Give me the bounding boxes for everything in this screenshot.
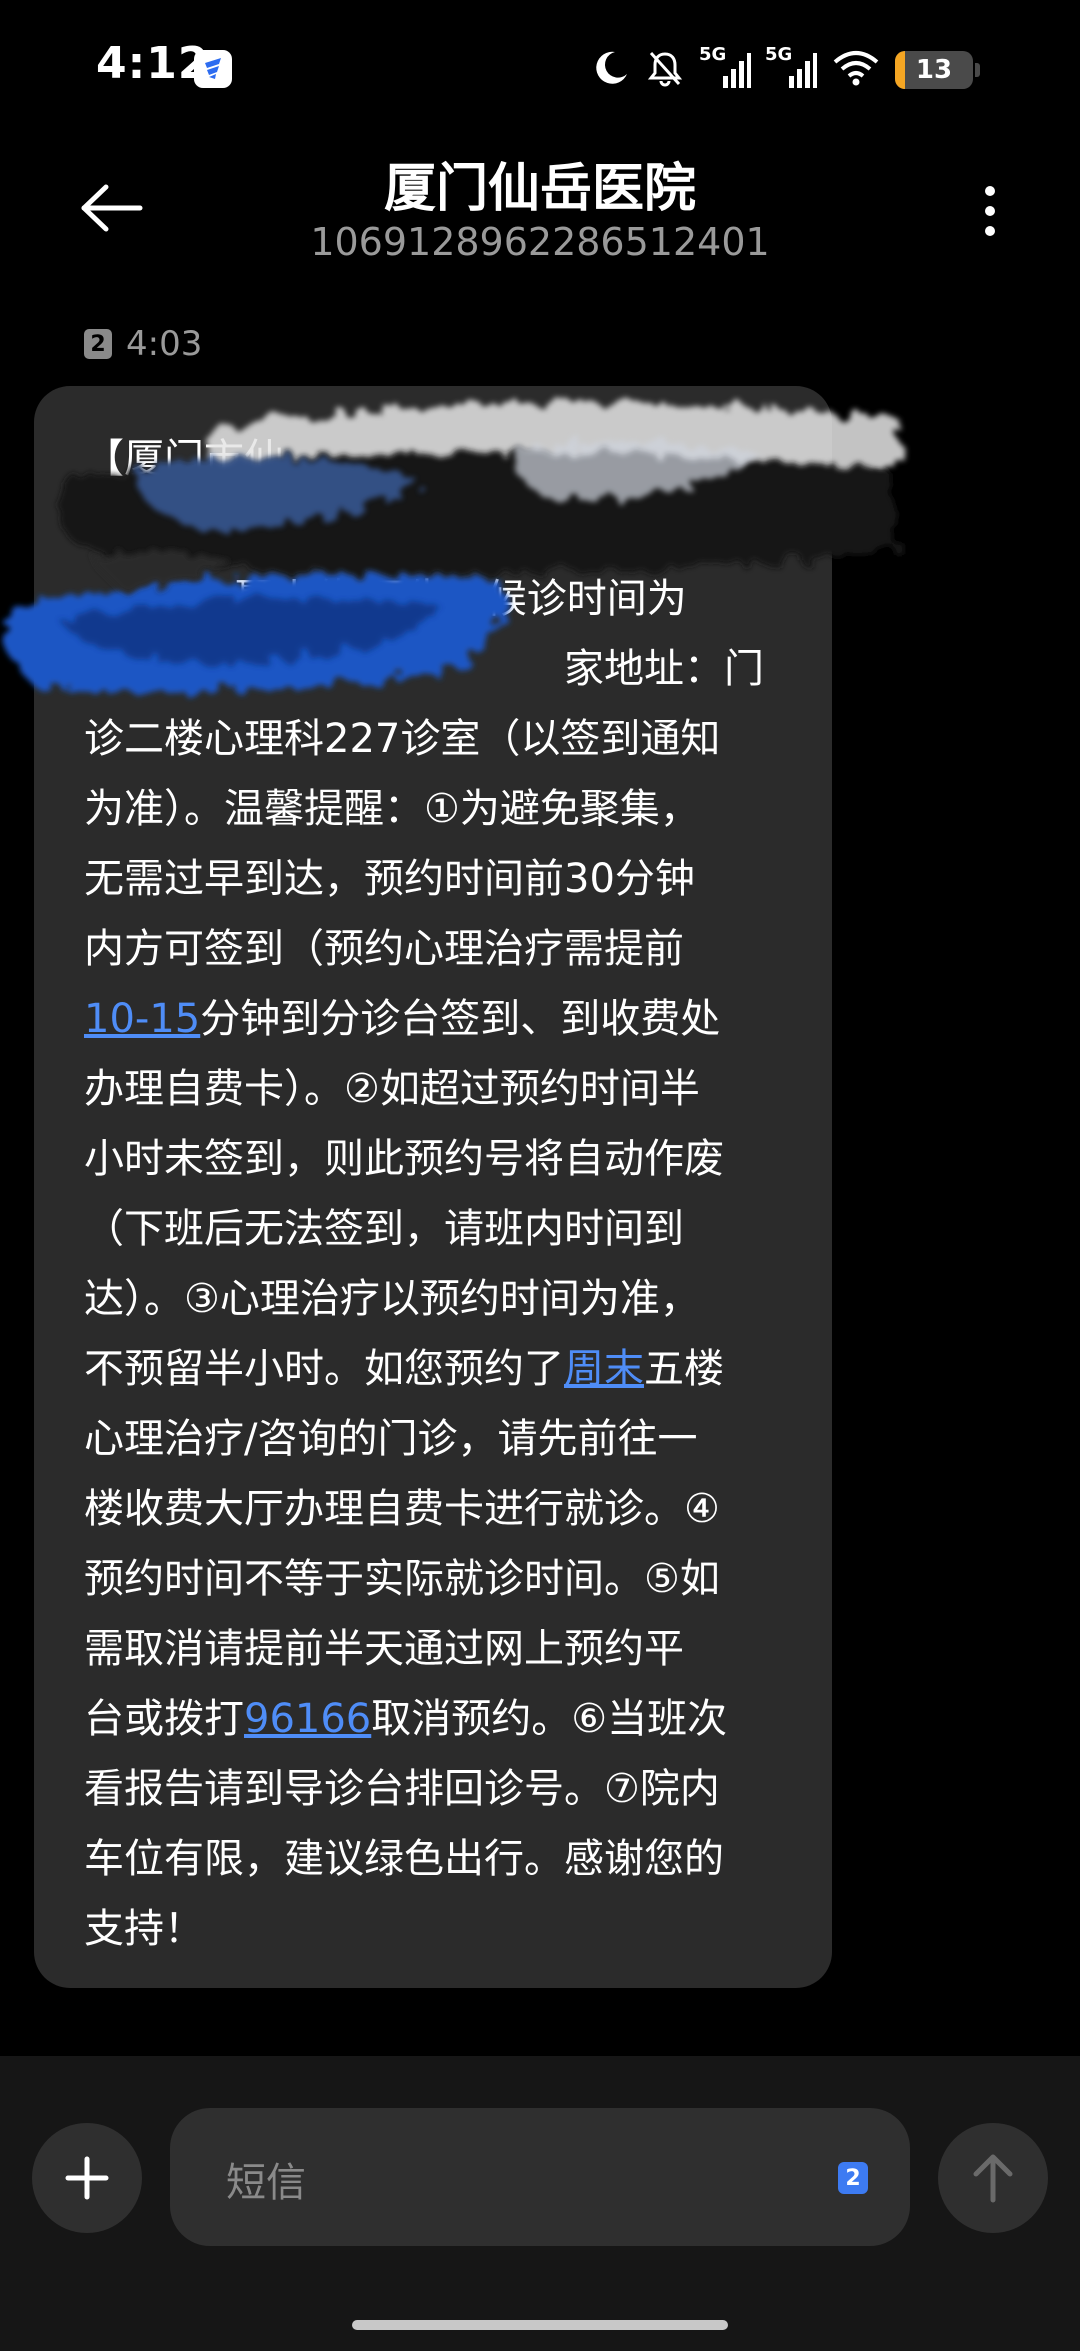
weekend-link[interactable]: 周末 [564, 1346, 644, 1392]
attach-button[interactable] [32, 2123, 142, 2233]
message-line: 看报告请到导诊台排回诊号。⑦院内 [84, 1766, 720, 1812]
app-notification-icon [194, 50, 232, 88]
battery-fill [895, 51, 906, 89]
conversation-title: 厦门仙岳医院 [383, 159, 696, 219]
battery-indicator: 13 [895, 51, 973, 89]
sim-select-badge[interactable]: 2 [838, 2162, 868, 2194]
more-vertical-icon [985, 186, 995, 236]
message-line: 内方可签到（预约心理治疗需提前 [84, 926, 684, 972]
message-line: 诊二楼心理科227诊室（以签到通知 [84, 716, 721, 762]
message-input[interactable]: 短信 2 [170, 2108, 910, 2246]
time-range-link[interactable]: 10-15 [84, 996, 200, 1042]
message-line: 【厦门市仙 [84, 436, 284, 482]
message-line: 预约时间不等于实际就诊时间。⑤如 [84, 1556, 720, 1602]
signal-sim1-icon: 5G [699, 44, 751, 92]
message-meta: 2 4:03 [84, 324, 202, 364]
message-line: 需取消请提前半天通过网上预约平 [84, 1626, 684, 1672]
status-time: 4:12 [96, 38, 210, 89]
message-line [84, 494, 782, 564]
sender-number: 106912896228651240​1 [310, 220, 770, 264]
message-line: 家地址：门 [564, 646, 764, 692]
battery-level-text: 13 [915, 55, 953, 85]
sim-slot-badge: 2 [84, 329, 112, 359]
message-line: 车位有限，建议绿色出行。感谢您的 [84, 1836, 724, 1882]
message-line: 办理自费卡）。②如超过预约时间半 [84, 1066, 700, 1112]
more-options-button[interactable] [960, 176, 1020, 246]
message-line: 楼收费大厅办理自费卡进行就诊。④ [84, 1486, 720, 1532]
message-line: 10-15分钟到分诊台签到、到收费处 [84, 996, 721, 1042]
do-not-disturb-icon [591, 48, 631, 92]
send-button[interactable] [938, 2123, 1048, 2233]
message-line: 聂小伟 医生，候诊时间为 [234, 576, 687, 622]
battery-tip [975, 63, 980, 77]
wifi-icon [831, 48, 881, 92]
plus-icon [65, 2156, 109, 2200]
message-time: 4:03 [126, 324, 203, 364]
arrow-up-icon [973, 2154, 1013, 2203]
message-line: 为准）。温馨提醒：①为避免聚集， [84, 786, 700, 832]
signal-sim2-icon: 5G [765, 44, 817, 92]
status-bar: 4:12 5G 5G 13 [0, 0, 1080, 140]
message-line: 小时未签到，则此预约号将自动作废 [84, 1136, 724, 1182]
muted-bell-icon [645, 48, 685, 92]
message-bubble[interactable]: 【厦门市仙 聂小伟 医生，候诊时间为 家地址：门 诊二楼心理科227诊室（以签到… [34, 386, 832, 1988]
hotline-link[interactable]: 96166 [244, 1696, 371, 1742]
message-line: 无需过早到达，预约时间前30分钟 [84, 856, 695, 902]
message-input-placeholder: 短信 [226, 2160, 306, 2206]
message-line: （下班后无法签到，请班内时间到 [84, 1206, 684, 1252]
message-line: 达）。③心理治疗以预约时间为准， [84, 1276, 700, 1322]
message-line: 心理治疗/咨询的门诊，请先前往一 [84, 1416, 698, 1462]
home-indicator[interactable] [352, 2320, 728, 2330]
message-line: 台或拨打96166取消预约。⑥当班次 [84, 1696, 728, 1742]
message-line: 支持！ [84, 1906, 204, 1952]
message-line: 不预留半小时。如您预约了周末五楼 [84, 1346, 724, 1392]
